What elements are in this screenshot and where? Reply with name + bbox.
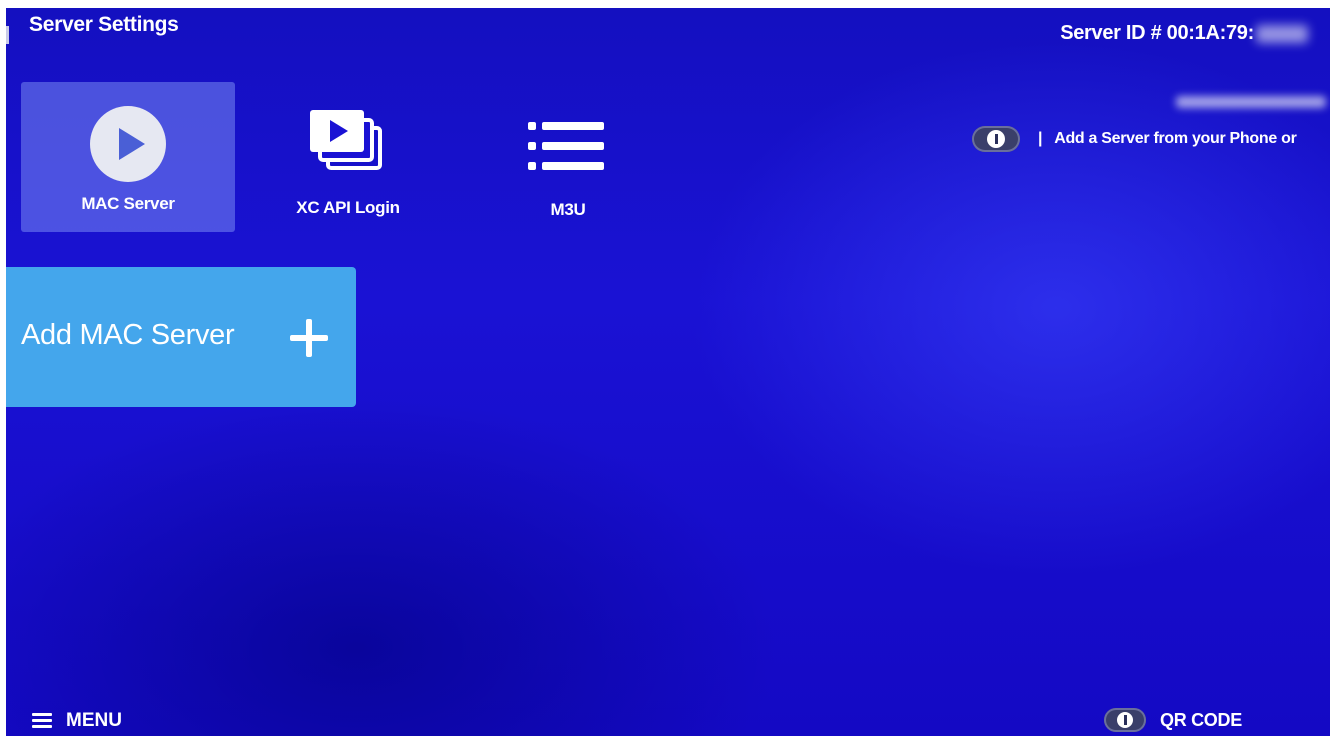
qr-code-label: QR CODE xyxy=(1160,709,1242,730)
server-id-label: Server ID # 00:1A:79: xyxy=(1060,22,1254,44)
server-url-redacted xyxy=(1176,96,1326,108)
page-title: Server Settings xyxy=(29,13,179,36)
tab-label: M3U xyxy=(550,200,586,219)
tab-m3u[interactable]: M3U xyxy=(461,82,675,232)
tab-xc-api-login[interactable]: XC API Login xyxy=(241,82,455,232)
menu-button[interactable]: MENU xyxy=(32,710,122,732)
edge-marker xyxy=(6,26,9,44)
hamburger-icon xyxy=(32,713,52,729)
tab-label: MAC Server xyxy=(81,194,175,213)
hint-separator: | xyxy=(1038,130,1043,147)
add-server-hint-text: Add a Server from your Phone or xyxy=(1054,130,1297,147)
remote-option-button-icon xyxy=(1104,708,1146,732)
tab-label: XC API Login xyxy=(296,198,400,217)
add-server-from-phone-hint: | Add a Server from your Phone or xyxy=(972,126,1297,152)
stacked-play-icon xyxy=(310,110,382,170)
server-id: Server ID # 00:1A:79: xyxy=(1060,22,1308,45)
add-mac-server-button[interactable]: Add MAC Server xyxy=(6,267,356,407)
add-mac-server-label: Add MAC Server xyxy=(21,319,235,351)
remote-option-button-icon xyxy=(972,126,1020,152)
play-circle-icon xyxy=(90,106,166,182)
server-settings-screen: Server Settings Server ID # 00:1A:79: | … xyxy=(6,8,1330,736)
tab-mac-server[interactable]: MAC Server xyxy=(21,82,235,232)
plus-icon xyxy=(290,319,328,357)
server-id-redacted xyxy=(1256,24,1308,43)
menu-label: MENU xyxy=(66,710,122,731)
list-icon xyxy=(528,122,604,170)
qr-code-button[interactable]: QR CODE xyxy=(1104,708,1242,732)
